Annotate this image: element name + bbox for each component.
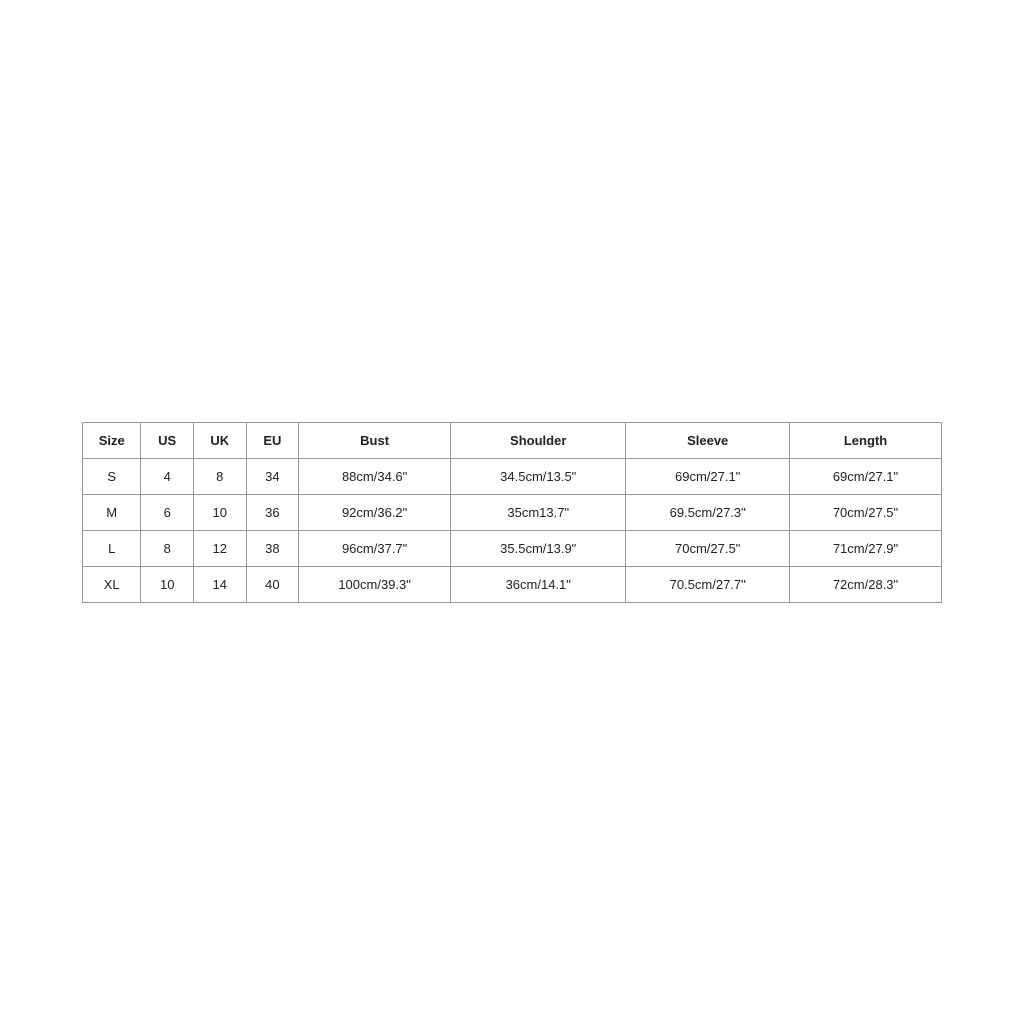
table-row: XL101440100cm/39.3"36cm/14.1"70.5cm/27.7… <box>83 566 942 602</box>
cell-us-2: 8 <box>141 530 194 566</box>
table-row: S483488cm/34.6"34.5cm/13.5"69cm/27.1"69c… <box>83 458 942 494</box>
cell-sleeve-0: 69cm/27.1" <box>626 458 790 494</box>
cell-length-0: 69cm/27.1" <box>789 458 941 494</box>
cell-shoulder-3: 36cm/14.1" <box>451 566 626 602</box>
header-shoulder: Shoulder <box>451 422 626 458</box>
header-length: Length <box>789 422 941 458</box>
cell-length-3: 72cm/28.3" <box>789 566 941 602</box>
cell-eu-1: 36 <box>246 494 299 530</box>
cell-length-1: 70cm/27.5" <box>789 494 941 530</box>
table-header-row: Size US UK EU Bust Shoulder Sleeve Lengt… <box>83 422 942 458</box>
cell-uk-2: 12 <box>194 530 247 566</box>
cell-sleeve-2: 70cm/27.5" <box>626 530 790 566</box>
cell-length-2: 71cm/27.9" <box>789 530 941 566</box>
header-size: Size <box>83 422 141 458</box>
cell-us-3: 10 <box>141 566 194 602</box>
header-eu: EU <box>246 422 299 458</box>
cell-us-0: 4 <box>141 458 194 494</box>
cell-size-1: M <box>83 494 141 530</box>
header-sleeve: Sleeve <box>626 422 790 458</box>
cell-shoulder-1: 35cm13.7" <box>451 494 626 530</box>
header-us: US <box>141 422 194 458</box>
cell-sleeve-1: 69.5cm/27.3" <box>626 494 790 530</box>
cell-shoulder-0: 34.5cm/13.5" <box>451 458 626 494</box>
cell-bust-2: 96cm/37.7" <box>299 530 451 566</box>
cell-eu-0: 34 <box>246 458 299 494</box>
cell-size-0: S <box>83 458 141 494</box>
cell-bust-3: 100cm/39.3" <box>299 566 451 602</box>
header-uk: UK <box>194 422 247 458</box>
table-row: L8123896cm/37.7"35.5cm/13.9"70cm/27.5"71… <box>83 530 942 566</box>
size-chart-table: Size US UK EU Bust Shoulder Sleeve Lengt… <box>82 422 942 603</box>
cell-shoulder-2: 35.5cm/13.9" <box>451 530 626 566</box>
cell-bust-0: 88cm/34.6" <box>299 458 451 494</box>
cell-sleeve-3: 70.5cm/27.7" <box>626 566 790 602</box>
cell-us-1: 6 <box>141 494 194 530</box>
size-chart-container: Size US UK EU Bust Shoulder Sleeve Lengt… <box>82 422 942 603</box>
cell-size-2: L <box>83 530 141 566</box>
cell-uk-0: 8 <box>194 458 247 494</box>
header-bust: Bust <box>299 422 451 458</box>
cell-eu-3: 40 <box>246 566 299 602</box>
cell-eu-2: 38 <box>246 530 299 566</box>
cell-uk-3: 14 <box>194 566 247 602</box>
cell-bust-1: 92cm/36.2" <box>299 494 451 530</box>
table-row: M6103692cm/36.2"35cm13.7"69.5cm/27.3"70c… <box>83 494 942 530</box>
cell-uk-1: 10 <box>194 494 247 530</box>
cell-size-3: XL <box>83 566 141 602</box>
